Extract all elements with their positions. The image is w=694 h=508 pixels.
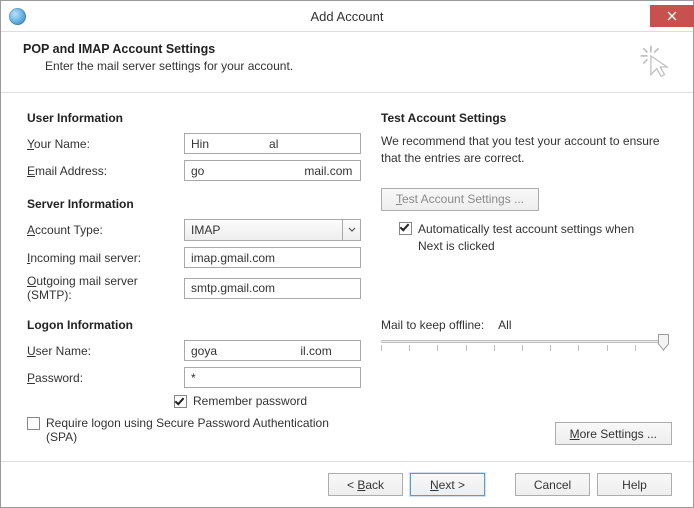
cancel-button[interactable]: Cancel (515, 473, 590, 496)
test-account-description: We recommend that you test your account … (381, 133, 671, 168)
more-settings-button[interactable]: More Settings ... (555, 422, 672, 445)
right-column: Test Account Settings We recommend that … (361, 111, 671, 461)
left-column: User Information Your Name: Email Addres… (27, 111, 361, 461)
logon-information-heading: Logon Information (27, 318, 361, 332)
auto-test-checkbox[interactable] (399, 222, 412, 235)
email-input[interactable] (184, 160, 361, 181)
account-type-value: IMAP (191, 223, 220, 237)
remember-password-checkbox[interactable] (174, 395, 187, 408)
outgoing-server-input[interactable] (184, 278, 361, 299)
remember-password-label: Remember password (193, 394, 307, 408)
chevron-down-icon (348, 227, 356, 233)
account-type-label: Account Type: (27, 223, 184, 237)
back-button[interactable]: < Back (328, 473, 403, 496)
next-button[interactable]: Next > (410, 473, 485, 496)
test-account-settings-button[interactable]: Test Account Settings ... (381, 188, 539, 211)
auto-test-label: Automatically test account settings when… (418, 221, 658, 255)
window-title: Add Account (1, 9, 693, 24)
outgoing-server-label: Outgoing mail server (SMTP): (27, 274, 184, 302)
your-name-input[interactable] (184, 133, 361, 154)
wizard-body: User Information Your Name: Email Addres… (1, 93, 693, 461)
incoming-server-label: Incoming mail server: (27, 251, 184, 265)
spa-checkbox[interactable] (27, 417, 40, 430)
add-account-window: Add Account POP and IMAP Account Setting… (0, 0, 694, 508)
username-label: User Name: (27, 344, 184, 358)
mail-offline-slider[interactable] (381, 332, 671, 352)
titlebar: Add Account (1, 1, 693, 31)
account-type-select[interactable]: IMAP (184, 219, 361, 241)
user-information-heading: User Information (27, 111, 361, 125)
close-button[interactable] (650, 5, 694, 27)
dropdown-button[interactable] (342, 220, 360, 240)
wizard-icon (639, 44, 673, 78)
app-icon (9, 8, 26, 25)
page-subtitle: Enter the mail server settings for your … (45, 59, 639, 73)
incoming-server-input[interactable] (184, 247, 361, 268)
password-label: Password: (27, 371, 184, 385)
wizard-header: POP and IMAP Account Settings Enter the … (1, 31, 693, 93)
mail-offline-label: Mail to keep offline: (381, 318, 484, 332)
wizard-footer: < Back Next > Cancel Help (1, 461, 693, 507)
username-input[interactable] (184, 340, 361, 361)
email-label: Email Address: (27, 164, 184, 178)
mail-offline-value: All (498, 318, 511, 332)
page-title: POP and IMAP Account Settings (23, 42, 639, 56)
server-information-heading: Server Information (27, 197, 361, 211)
test-account-heading: Test Account Settings (381, 111, 671, 125)
slider-thumb-icon (658, 334, 669, 351)
password-input[interactable] (184, 367, 361, 388)
help-button[interactable]: Help (597, 473, 672, 496)
your-name-label: Your Name: (27, 137, 184, 151)
close-icon (667, 11, 677, 21)
spa-label: Require logon using Secure Password Auth… (46, 416, 346, 444)
